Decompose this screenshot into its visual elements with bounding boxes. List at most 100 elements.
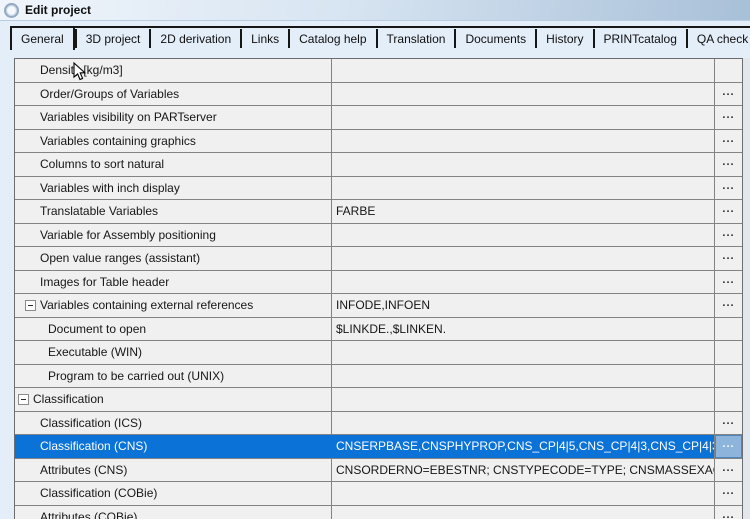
property-row[interactable]: Variable for Assembly positioning... — [15, 223, 742, 247]
ellipsis-button[interactable]: ... — [715, 224, 742, 247]
ellipsis-button[interactable]: ... — [715, 435, 742, 458]
tab-2d-derivation[interactable]: 2D derivation — [151, 28, 240, 50]
property-row[interactable]: Variables containing graphics... — [15, 129, 742, 153]
property-value-cell[interactable] — [332, 411, 715, 434]
property-value-cell[interactable] — [332, 129, 715, 152]
ellipsis-label: ... — [722, 273, 735, 286]
property-value-cell[interactable] — [332, 388, 715, 411]
property-value-cell[interactable] — [332, 106, 715, 129]
property-name-cell: Variables containing graphics — [15, 129, 332, 152]
ellipsis-button-empty — [715, 59, 742, 82]
property-label: Variable for Assembly positioning — [40, 227, 216, 242]
ellipsis-label: ... — [722, 297, 735, 310]
property-name-cell: Document to open — [15, 317, 332, 340]
property-row[interactable]: Translatable Variables FARBE... — [15, 200, 742, 224]
property-label: Images for Table header — [40, 274, 170, 289]
property-value: $LINKDE.,$LINKEN. — [336, 321, 447, 336]
ellipsis-button[interactable]: ... — [715, 200, 742, 223]
property-value-cell[interactable]: CNSORDERNO=EBESTNR; CNSTYPECODE=TYPE; CN… — [332, 458, 715, 481]
ellipsis-button[interactable]: ... — [715, 482, 742, 505]
edit-project-dialog: Edit project General 3D project 2D derivat… — [0, 0, 750, 519]
property-row[interactable]: Classification (CNS) CNSERPBASE,CNSPHYPRO… — [15, 435, 742, 459]
tab-links[interactable]: Links — [242, 28, 288, 50]
property-label: Classification (ICS) — [40, 415, 143, 430]
property-value-cell[interactable]: $LINKDE.,$LINKEN. — [332, 317, 715, 340]
property-name-cell: Variables with inch display — [15, 176, 332, 199]
property-row[interactable]: Images for Table header... — [15, 270, 742, 294]
property-row[interactable]: Density [kg/m3] — [15, 59, 742, 83]
property-value-cell[interactable]: INFODE,INFOEN — [332, 294, 715, 317]
ellipsis-button-empty — [715, 365, 742, 388]
property-name-cell: Open value ranges (assistant) — [15, 247, 332, 270]
tab-general[interactable]: General — [10, 26, 75, 50]
tab-history[interactable]: History — [537, 28, 592, 50]
tab-3d-project[interactable]: 3D project — [77, 28, 150, 50]
property-value-cell[interactable] — [332, 153, 715, 176]
collapse-minus-icon[interactable] — [18, 393, 29, 405]
property-name-cell: Classification (COBie) — [15, 482, 332, 505]
ellipsis-label: ... — [722, 109, 735, 122]
ellipsis-button[interactable]: ... — [715, 130, 742, 153]
property-label: Variables visibility on PARTserver — [40, 110, 217, 125]
ellipsis-label: ... — [722, 226, 735, 239]
ellipsis-button[interactable]: ... — [715, 153, 742, 176]
property-row[interactable]: Columns to sort natural... — [15, 153, 742, 177]
property-label: Density [kg/m3] — [40, 63, 123, 78]
tab-translation[interactable]: Translation — [378, 28, 455, 50]
property-name-cell: Attributes (CNS) — [15, 458, 332, 481]
property-row[interactable]: Order/Groups of Variables... — [15, 82, 742, 106]
property-value-cell[interactable] — [332, 247, 715, 270]
ellipsis-button[interactable]: ... — [715, 294, 742, 317]
ellipsis-button[interactable]: ... — [715, 506, 742, 519]
property-row[interactable]: Document to open $LINKDE.,$LINKEN. — [15, 317, 742, 341]
ellipsis-button[interactable]: ... — [715, 106, 742, 129]
property-label: Attributes (COBie) — [40, 509, 138, 519]
collapse-minus-icon[interactable] — [25, 299, 36, 311]
property-value-cell[interactable] — [332, 505, 715, 519]
property-name-cell: Program to be carried out (UNIX) — [15, 364, 332, 387]
property-row[interactable]: Open value ranges (assistant)... — [15, 247, 742, 271]
property-label: Columns to sort natural — [40, 157, 165, 172]
ellipsis-button[interactable]: ... — [715, 459, 742, 482]
property-row[interactable]: Variables visibility on PARTserver... — [15, 106, 742, 130]
property-label: Attributes (CNS) — [40, 462, 128, 477]
ellipsis-label: ... — [722, 250, 735, 263]
property-value-cell[interactable] — [332, 176, 715, 199]
property-value-cell[interactable]: FARBE — [332, 200, 715, 223]
property-label: Order/Groups of Variables — [40, 86, 180, 101]
property-row[interactable]: Classification (COBie)... — [15, 482, 742, 506]
property-row[interactable]: Attributes (CNS) CNSORDERNO=EBESTNR; CNST… — [15, 458, 742, 482]
property-row[interactable]: Variables with inch display... — [15, 176, 742, 200]
property-value-cell[interactable] — [332, 270, 715, 293]
property-value-cell[interactable] — [332, 341, 715, 364]
tab-bar: General 3D project 2D derivation Links Catal… — [10, 26, 750, 50]
property-value: INFODE,INFOEN — [336, 298, 431, 313]
tab-documents[interactable]: Documents — [456, 28, 535, 50]
window-title: Edit project — [25, 3, 92, 17]
property-value-cell[interactable] — [332, 59, 715, 82]
tab-printcatalog[interactable]: PRINTcatalog — [595, 28, 686, 50]
ellipsis-button-empty — [715, 388, 742, 411]
property-row[interactable]: Classification — [15, 388, 742, 412]
property-value-cell[interactable] — [332, 364, 715, 387]
property-value-cell[interactable] — [332, 82, 715, 105]
ellipsis-button[interactable]: ... — [715, 83, 742, 106]
property-label: Translatable Variables — [40, 204, 159, 219]
ellipsis-button[interactable]: ... — [715, 177, 742, 200]
ellipsis-button[interactable]: ... — [715, 271, 742, 294]
property-row[interactable]: Program to be carried out (UNIX) — [15, 364, 742, 388]
property-row[interactable]: Classification (ICS)... — [15, 411, 742, 435]
tab-qa-check[interactable]: QA check — [688, 28, 750, 50]
ellipsis-button-empty — [715, 318, 742, 341]
tab-catalog-help[interactable]: Catalog help — [290, 28, 375, 50]
ellipsis-button[interactable]: ... — [715, 412, 742, 435]
property-name-cell: Variable for Assembly positioning — [15, 223, 332, 246]
ellipsis-button[interactable]: ... — [715, 247, 742, 270]
property-value-cell[interactable]: CNSERPBASE,CNSPHYPROP,CNS_CP|4|5,CNS_CP|… — [332, 435, 715, 458]
property-name-cell: Translatable Variables — [15, 200, 332, 223]
property-row[interactable]: Variables containing external references… — [15, 294, 742, 318]
property-row[interactable]: Attributes (COBie)... — [15, 505, 742, 519]
property-value-cell[interactable] — [332, 482, 715, 505]
property-value-cell[interactable] — [332, 223, 715, 246]
property-row[interactable]: Executable (WIN) — [15, 341, 742, 365]
